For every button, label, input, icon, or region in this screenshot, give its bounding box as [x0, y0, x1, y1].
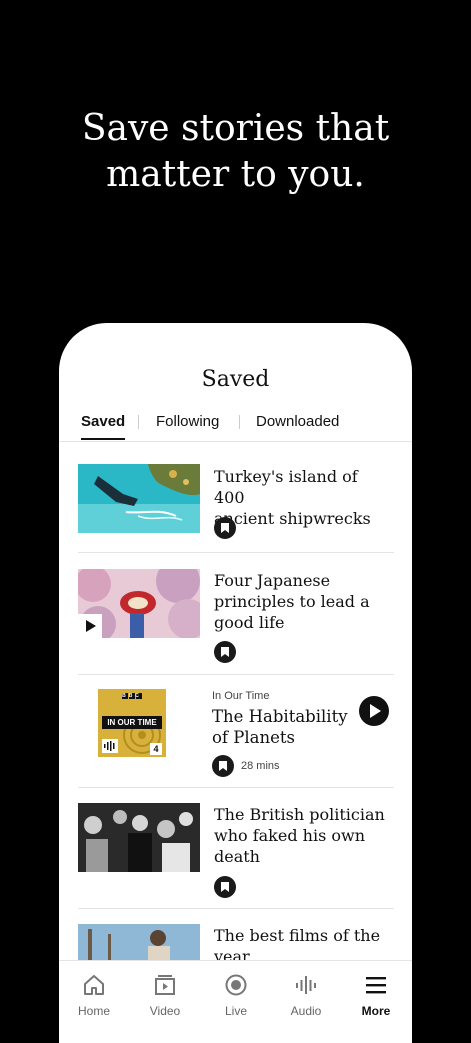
tab-separator — [138, 415, 139, 429]
nav-label: Audio — [290, 1004, 322, 1018]
live-icon — [225, 974, 247, 996]
headline-line-2: matter to you. — [106, 154, 365, 195]
list-divider — [78, 787, 394, 788]
article-thumbnail — [78, 803, 200, 872]
bbc-logo: BBC — [122, 693, 142, 699]
bookmark-icon[interactable] — [214, 876, 236, 898]
tab-separator — [239, 415, 240, 429]
list-item[interactable]: Turkey's island of 400 ancient shipwreck… — [78, 464, 394, 554]
tab-saved[interactable]: Saved — [81, 412, 126, 442]
audio-wave-icon — [104, 741, 115, 751]
bookmark-icon[interactable] — [212, 755, 234, 777]
video-icon — [155, 975, 175, 995]
item-title: Four Japanese principles to lead a good … — [214, 570, 392, 633]
article-thumbnail — [78, 464, 200, 533]
audio-icon — [296, 976, 316, 994]
tab-downloaded[interactable]: Downloaded — [256, 412, 339, 442]
list-item[interactable]: The British politician who faked his own… — [78, 803, 394, 903]
item-title-line: ancient shipwrecks — [214, 509, 371, 528]
item-title: The British politician who faked his own… — [214, 804, 392, 867]
list-divider — [78, 552, 394, 553]
headline: Save stories that matter to you. — [0, 106, 471, 198]
nav-more[interactable]: More — [341, 961, 411, 1021]
list-item[interactable]: Four Japanese principles to lead a good … — [78, 569, 394, 669]
item-title-line: Four Japanese — [214, 571, 331, 590]
nav-live[interactable]: Live — [201, 961, 271, 1021]
phone-screen: Saved Saved Following Downloaded Turkey'… — [59, 323, 412, 1043]
podcast-kicker: In Our Time — [212, 690, 270, 702]
podcast-thumbnail: IN OUR TIME BBC 4 — [98, 689, 166, 757]
item-title-line: of Planets — [212, 728, 295, 747]
podcast-thumb-title: IN OUR TIME — [107, 718, 157, 727]
nav-audio[interactable]: Audio — [271, 961, 341, 1021]
home-icon — [84, 975, 104, 995]
tab-following[interactable]: Following — [156, 412, 219, 442]
nav-home[interactable]: Home — [59, 961, 129, 1021]
play-button[interactable] — [359, 696, 389, 726]
list-divider — [78, 674, 394, 675]
list-divider — [78, 908, 394, 909]
bookmark-icon[interactable] — [214, 641, 236, 663]
nav-video[interactable]: Video — [130, 961, 200, 1021]
more-icon — [366, 977, 386, 994]
screen-title: Saved — [201, 367, 270, 392]
nav-label: Home — [77, 1004, 110, 1018]
nav-label: More — [361, 1004, 391, 1018]
item-title-line: Turkey's island of 400 — [214, 467, 358, 507]
channel-number: 4 — [153, 744, 159, 754]
item-title-line: The best films of the — [214, 926, 381, 945]
headline-line-1: Save stories that — [81, 108, 390, 149]
tab-bar: Saved Following Downloaded — [59, 412, 412, 442]
bottom-navigation: Home Video Live Audio More — [59, 960, 412, 1021]
duration-text: 28 mins — [241, 760, 280, 772]
play-icon — [78, 614, 102, 638]
item-title-line: death — [214, 847, 260, 866]
tabs-divider — [59, 441, 412, 442]
bookmark-icon[interactable] — [214, 517, 236, 539]
list-item[interactable]: The best films of the year — [78, 924, 394, 993]
item-title-line: The British politician — [214, 805, 385, 824]
nav-label: Video — [149, 1004, 181, 1018]
item-title-line: who faked his own — [214, 826, 366, 845]
video-thumbnail — [78, 569, 200, 638]
item-title: Turkey's island of 400 ancient shipwreck… — [214, 466, 392, 529]
item-title-line: principles to lead a — [214, 592, 370, 611]
nav-label: Live — [224, 1004, 247, 1018]
item-title-line: good life — [214, 613, 285, 632]
list-item[interactable]: IN OUR TIME BBC 4 In Our Time The Habita… — [78, 689, 394, 789]
